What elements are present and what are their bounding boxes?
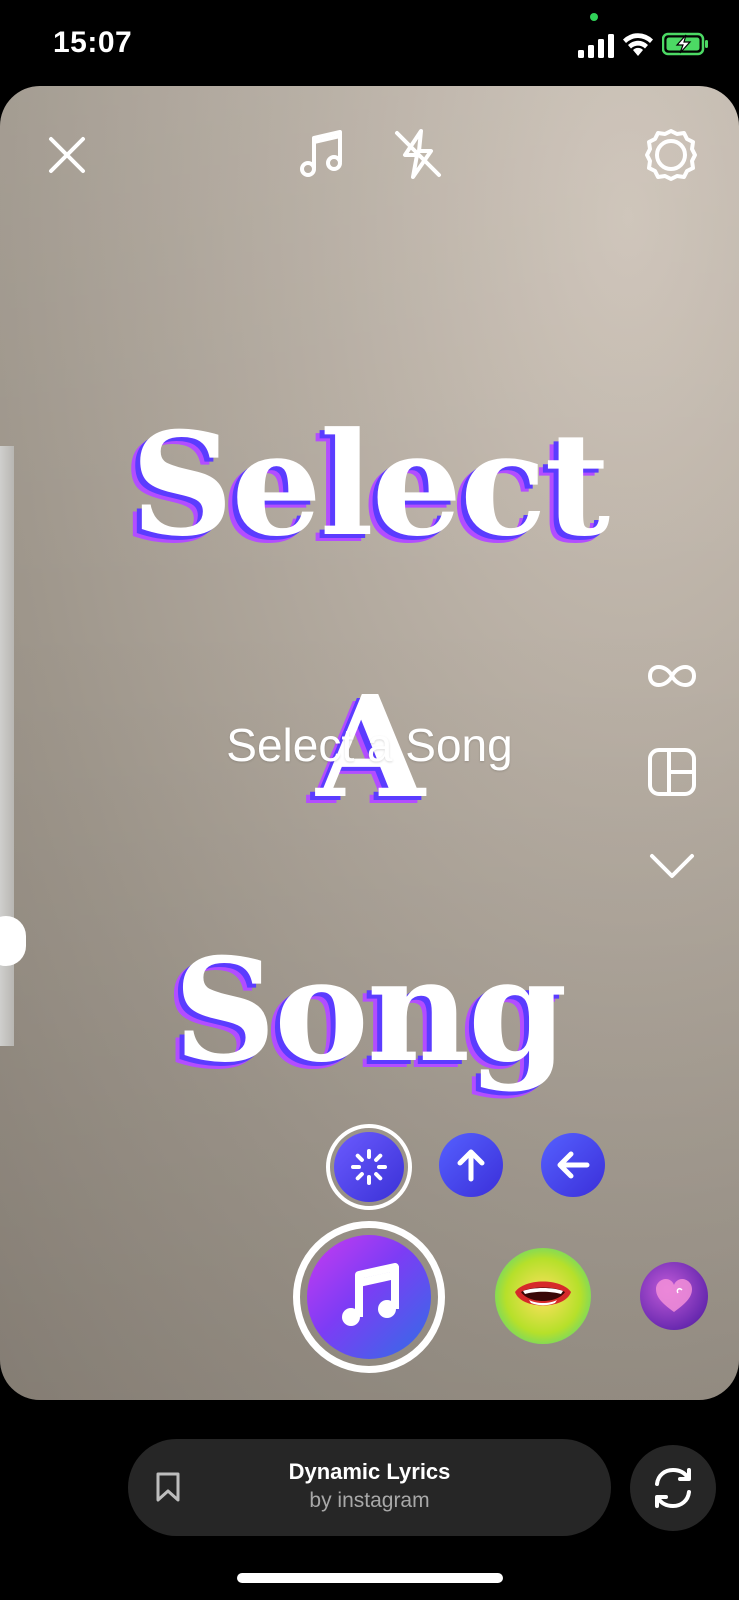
- select-song-prompt[interactable]: Select a Song: [0, 718, 739, 772]
- arrow-left-icon: [557, 1151, 590, 1179]
- boomerang-icon: [647, 665, 697, 687]
- wifi-icon: [623, 33, 653, 56]
- effect-option-loading[interactable]: [326, 1124, 412, 1210]
- close-button[interactable]: [40, 128, 94, 182]
- flip-camera-button[interactable]: [630, 1445, 716, 1531]
- arrow-up-icon: [457, 1149, 485, 1182]
- close-icon: [49, 137, 85, 173]
- layout-button[interactable]: [642, 742, 702, 802]
- effect-name: Dynamic Lyrics: [288, 1459, 451, 1484]
- effect-option-arrow-up[interactable]: [439, 1133, 503, 1197]
- effect-info-pill[interactable]: Dynamic Lyrics by instagram: [128, 1439, 611, 1536]
- effect-word-select: Select: [130, 402, 610, 568]
- flash-button[interactable]: [388, 124, 448, 184]
- music-note-icon: [300, 130, 342, 177]
- settings-button[interactable]: [642, 126, 700, 184]
- mouth-icon: [515, 1281, 571, 1306]
- capture-button[interactable]: [293, 1221, 445, 1373]
- effect-word-song: Song: [173, 928, 568, 1094]
- flip-camera-icon: [655, 1467, 691, 1509]
- camera-viewfinder[interactable]: Select A Song Select a Song: [0, 86, 739, 1400]
- signal-icon: [578, 34, 614, 58]
- layout-icon: [648, 748, 696, 796]
- loading-icon: [351, 1149, 387, 1185]
- effect-author[interactable]: by instagram: [128, 1489, 611, 1513]
- status-time: 15:07: [53, 26, 133, 59]
- hearts-effect-thumbnail[interactable]: [640, 1262, 708, 1330]
- settings-icon: [645, 129, 697, 181]
- collapse-tools-button[interactable]: [642, 836, 702, 896]
- battery-charging-icon: [662, 32, 708, 56]
- status-bar: 15:07: [0, 0, 739, 88]
- effect-option-arrow-left[interactable]: [541, 1133, 605, 1197]
- music-note-effect-icon: [342, 1263, 399, 1326]
- boomerang-button[interactable]: [642, 646, 702, 706]
- chevron-down-icon: [650, 854, 694, 878]
- heart-icon: [656, 1279, 692, 1312]
- camera-in-use-indicator: [590, 13, 598, 21]
- home-indicator[interactable]: [237, 1573, 503, 1583]
- mouth-effect-thumbnail[interactable]: [495, 1248, 591, 1344]
- flash-off-icon: [395, 129, 441, 179]
- music-button[interactable]: [292, 124, 352, 184]
